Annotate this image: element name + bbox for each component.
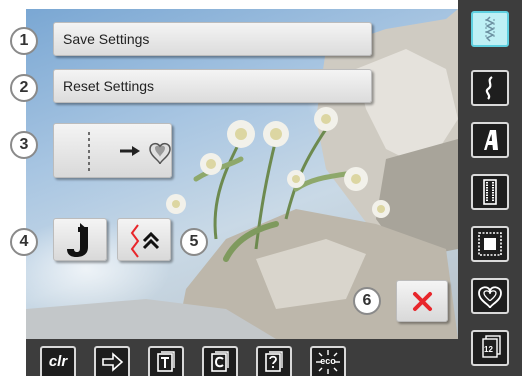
close-button[interactable] <box>396 280 448 322</box>
settings-screen: 1 Save Settings 2 Reset Settings 3 4 5 6 <box>0 0 522 376</box>
personal-program-tab[interactable] <box>471 278 509 314</box>
personal-program-icon <box>478 286 502 309</box>
eco-button[interactable]: eco <box>310 346 346 376</box>
securing-stitch-icon <box>130 224 160 258</box>
decorative-stitches-icon <box>485 76 493 100</box>
alphabets-icon <box>484 130 498 150</box>
bottom-toolbar <box>26 339 458 376</box>
save-to-personal-program-button[interactable] <box>53 123 172 178</box>
callout-3: 3 <box>10 131 38 159</box>
creative-consultant-button[interactable] <box>202 346 238 376</box>
save-settings-button[interactable]: Save Settings <box>53 22 372 56</box>
reset-settings-button[interactable]: Reset Settings <box>53 69 372 103</box>
buttonholes-icon <box>483 179 497 205</box>
help-icon <box>265 351 283 372</box>
callout-6: 6 <box>353 287 381 315</box>
tutorial-icon <box>157 351 175 372</box>
creative-consultant-icon <box>211 351 229 372</box>
quilt-stitches-icon <box>478 232 502 256</box>
practical-stitches-tab[interactable] <box>471 11 509 47</box>
decorative-stitches-tab[interactable] <box>471 70 509 106</box>
help-button[interactable] <box>256 346 292 376</box>
practical-stitches-icon <box>485 16 495 42</box>
function-button[interactable] <box>94 346 130 376</box>
memory-badge: 12 <box>484 345 493 354</box>
clr-button[interactable]: clr <box>40 346 76 376</box>
clr-icon: clr <box>48 353 68 370</box>
arrow-right-icon <box>102 352 124 372</box>
quilt-stitches-tab[interactable] <box>471 226 509 262</box>
alphabets-tab[interactable] <box>471 122 509 158</box>
stitch-to-heart-icon <box>88 132 171 171</box>
memory-tab[interactable]: 12 <box>471 330 509 366</box>
j-hook-icon <box>67 223 88 257</box>
callout-4: 4 <box>10 228 38 256</box>
callout-5: 5 <box>180 228 208 256</box>
buttonholes-tab[interactable] <box>471 174 509 210</box>
callout-1: 1 <box>10 27 38 55</box>
callout-2: 2 <box>10 74 38 102</box>
close-icon <box>413 292 432 311</box>
securing-button[interactable] <box>117 218 171 261</box>
tutorial-button[interactable] <box>148 346 184 376</box>
eco-label: eco <box>320 356 336 366</box>
needle-stop-button[interactable] <box>53 218 107 261</box>
